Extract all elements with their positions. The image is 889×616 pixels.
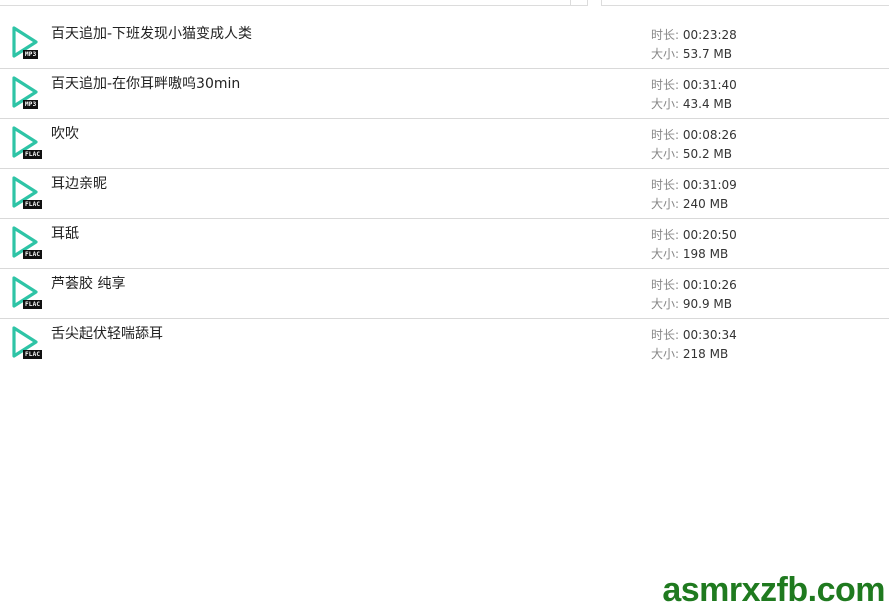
size-label: 大小:: [651, 47, 680, 61]
file-title[interactable]: 百天追加-下班发现小猫变成人类: [51, 23, 252, 43]
file-title[interactable]: 耳边亲昵: [51, 173, 107, 193]
format-badge: FLAC: [23, 250, 43, 259]
format-badge: FLAC: [23, 200, 43, 209]
duration-label: 时长:: [651, 278, 680, 292]
file-meta: 时长: 00:08:26 大小: 50.2 MB: [651, 126, 737, 164]
format-badge: MP3: [23, 50, 39, 59]
size-label: 大小:: [651, 147, 680, 161]
play-file-icon: FLAC: [10, 174, 46, 210]
duration-value: 00:20:50: [682, 228, 737, 242]
size-value: 218 MB: [682, 347, 729, 361]
duration-value: 00:31:40: [682, 78, 737, 92]
toolbar-segment-right: [601, 0, 889, 6]
size-value: 198 MB: [682, 247, 729, 261]
duration-label: 时长:: [651, 228, 680, 242]
file-title[interactable]: 舌尖起伏轻喘舔耳: [51, 323, 163, 343]
size-value: 53.7 MB: [682, 47, 732, 61]
duration-value: 00:10:26: [682, 278, 737, 292]
file-title[interactable]: 吹吹: [51, 123, 79, 143]
format-badge: FLAC: [23, 150, 43, 159]
size-label: 大小:: [651, 197, 680, 211]
duration-value: 00:23:28: [682, 28, 737, 42]
size-value: 240 MB: [682, 197, 729, 211]
file-title[interactable]: 耳舐: [51, 223, 79, 243]
duration-label: 时长:: [651, 28, 680, 42]
format-badge: FLAC: [23, 300, 43, 309]
duration-label: 时长:: [651, 128, 680, 142]
play-file-icon: MP3: [10, 74, 46, 110]
size-label: 大小:: [651, 247, 680, 261]
size-value: 90.9 MB: [682, 297, 732, 311]
duration-value: 00:30:34: [682, 328, 737, 342]
play-file-icon: FLAC: [10, 124, 46, 160]
size-label: 大小:: [651, 97, 680, 111]
format-badge: MP3: [23, 100, 39, 109]
watermark: asmrxzfb.com: [662, 571, 885, 609]
file-meta: 时长: 00:20:50 大小: 198 MB: [651, 226, 737, 264]
duration-label: 时长:: [651, 328, 680, 342]
file-row[interactable]: FLAC 吹吹 时长: 00:08:26 大小: 50.2 MB: [0, 119, 889, 169]
format-badge: FLAC: [23, 350, 43, 359]
play-file-icon: FLAC: [10, 274, 46, 310]
file-row[interactable]: FLAC 耳边亲昵 时长: 00:31:09 大小: 240 MB: [0, 169, 889, 219]
file-meta: 时长: 00:10:26 大小: 90.9 MB: [651, 276, 737, 314]
play-file-icon: FLAC: [10, 324, 46, 360]
file-title[interactable]: 百天追加-在你耳畔嗷呜30min: [51, 73, 240, 93]
toolbar-segment-left: [0, 0, 588, 6]
duration-label: 时长:: [651, 78, 680, 92]
size-label: 大小:: [651, 347, 680, 361]
top-toolbar-edge: [0, 0, 889, 6]
file-row[interactable]: MP3 百天追加-在你耳畔嗷呜30min 时长: 00:31:40 大小: 43…: [0, 69, 889, 119]
size-label: 大小:: [651, 297, 680, 311]
file-row[interactable]: FLAC 舌尖起伏轻喘舔耳 时长: 00:30:34 大小: 218 MB: [0, 319, 889, 368]
play-file-icon: MP3: [10, 24, 46, 60]
file-title[interactable]: 芦荟胶 纯享: [51, 273, 125, 293]
file-list: MP3 百天追加-下班发现小猫变成人类 时长: 00:23:28 大小: 53.…: [0, 19, 889, 368]
file-row[interactable]: FLAC 芦荟胶 纯享 时长: 00:10:26 大小: 90.9 MB: [0, 269, 889, 319]
size-value: 50.2 MB: [682, 147, 732, 161]
play-file-icon: FLAC: [10, 224, 46, 260]
toolbar-divider: [570, 0, 571, 5]
duration-label: 时长:: [651, 178, 680, 192]
duration-value: 00:31:09: [682, 178, 737, 192]
file-row[interactable]: FLAC 耳舐 时长: 00:20:50 大小: 198 MB: [0, 219, 889, 269]
file-meta: 时长: 00:31:40 大小: 43.4 MB: [651, 76, 737, 114]
duration-value: 00:08:26: [682, 128, 737, 142]
file-meta: 时长: 00:23:28 大小: 53.7 MB: [651, 26, 737, 64]
file-meta: 时长: 00:30:34 大小: 218 MB: [651, 326, 737, 364]
file-row[interactable]: MP3 百天追加-下班发现小猫变成人类 时长: 00:23:28 大小: 53.…: [0, 19, 889, 69]
file-meta: 时长: 00:31:09 大小: 240 MB: [651, 176, 737, 214]
size-value: 43.4 MB: [682, 97, 732, 111]
